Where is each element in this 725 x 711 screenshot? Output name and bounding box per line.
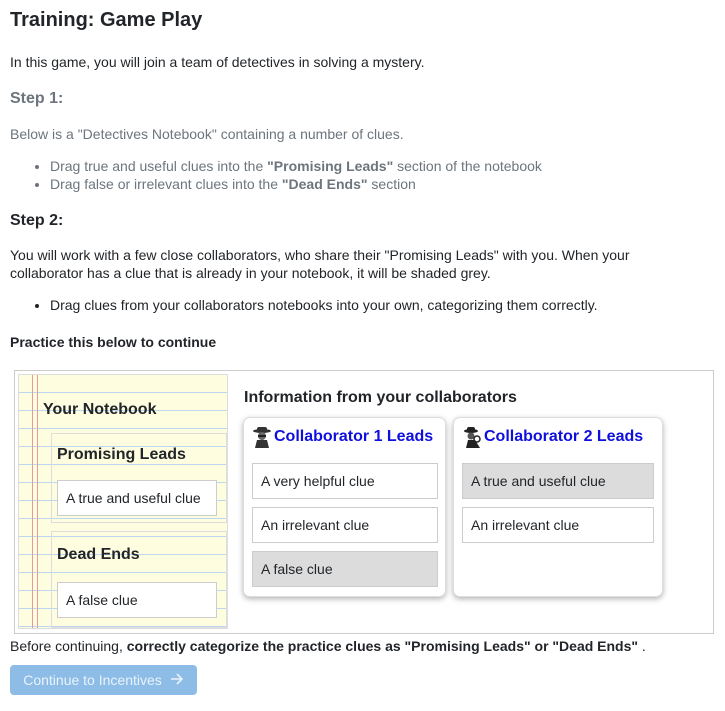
collaborator-2-label: Collaborator 2 Leads	[484, 428, 644, 445]
continue-button[interactable]: Continue to Incentives	[10, 665, 197, 695]
collaborator-2-header: Collaborator 2 Leads	[462, 426, 643, 448]
collaborator-clue-card[interactable]: An irrelevant clue	[462, 507, 654, 543]
instruction-text: Before continuing,	[10, 638, 127, 654]
instruction-text: .	[638, 638, 646, 654]
bullet-bold: "Dead Ends"	[281, 176, 368, 192]
page-title: Training: Game Play	[10, 9, 203, 31]
step2-list: Drag clues from your collaborators noteb…	[10, 296, 598, 314]
notebook-clue-card[interactable]: A false clue	[57, 582, 217, 618]
notebook-margin-line	[32, 375, 33, 628]
step1-desc: Below is a "Detectives Notebook" contain…	[10, 126, 404, 142]
step1-bullet: Drag true and useful clues into the "Pro…	[50, 157, 542, 175]
collaborators-heading: Information from your collaborators	[244, 389, 517, 406]
dead-ends-section[interactable]: Dead Ends A false clue	[51, 531, 227, 628]
collaborator-1-label: Collaborator 1 Leads	[274, 428, 434, 445]
bullet-text: section	[367, 176, 416, 192]
collaborator-1-header: Collaborator 1 Leads	[252, 426, 433, 448]
notebook: Your Notebook Promising Leads A true and…	[18, 374, 228, 629]
notebook-margin-line	[37, 375, 38, 628]
continue-button-label: Continue to Incentives	[23, 672, 162, 688]
practice-area: Your Notebook Promising Leads A true and…	[14, 370, 714, 634]
step2-bullet: Drag clues from your collaborators noteb…	[50, 296, 598, 314]
intro-text: In this game, you will join a team of de…	[10, 54, 425, 70]
notebook-clue-card[interactable]: A true and useful clue	[57, 480, 217, 516]
collaborator-clue-card-shaded[interactable]: A true and useful clue	[462, 463, 654, 499]
instruction-bold: correctly categorize the practice clues …	[126, 638, 639, 654]
collaborator-clue-card[interactable]: An irrelevant clue	[252, 507, 438, 543]
bullet-bold: "Promising Leads"	[267, 158, 394, 174]
continue-instructions: Before continuing, correctly categorize …	[10, 637, 646, 655]
practice-label: Practice this below to continue	[10, 334, 217, 350]
detective-icon	[253, 427, 271, 448]
notebook-title: Your Notebook	[43, 401, 157, 418]
collaborator-2-panel: Collaborator 2 Leads A true and useful c…	[453, 417, 663, 597]
training-page: Training: Game Play In this game, you wi…	[0, 0, 725, 711]
detective-icon	[464, 427, 481, 448]
collaborator-clue-card-shaded[interactable]: A false clue	[252, 551, 438, 587]
collaborator-clue-card[interactable]: A very helpful clue	[252, 463, 438, 499]
bullet-text: Drag false or irrelevant clues into the	[50, 176, 282, 192]
dead-ends-title: Dead Ends	[57, 546, 140, 563]
step2-desc: You will work with a few close collabora…	[10, 247, 630, 281]
promising-leads-title: Promising Leads	[57, 446, 186, 463]
step1-list: Drag true and useful clues into the "Pro…	[10, 157, 542, 193]
step1-heading: Step 1:	[10, 90, 64, 107]
collaborator-1-panel: Collaborator 1 Leads A very helpful clue…	[243, 417, 446, 597]
bullet-text: section of the notebook	[393, 158, 542, 174]
bullet-text: Drag true and useful clues into the	[50, 158, 268, 174]
arrow-right-icon	[170, 672, 184, 688]
step1-bullet: Drag false or irrelevant clues into the …	[50, 175, 542, 193]
promising-leads-section[interactable]: Promising Leads A true and useful clue	[51, 433, 227, 523]
step2-heading: Step 2:	[10, 212, 64, 229]
